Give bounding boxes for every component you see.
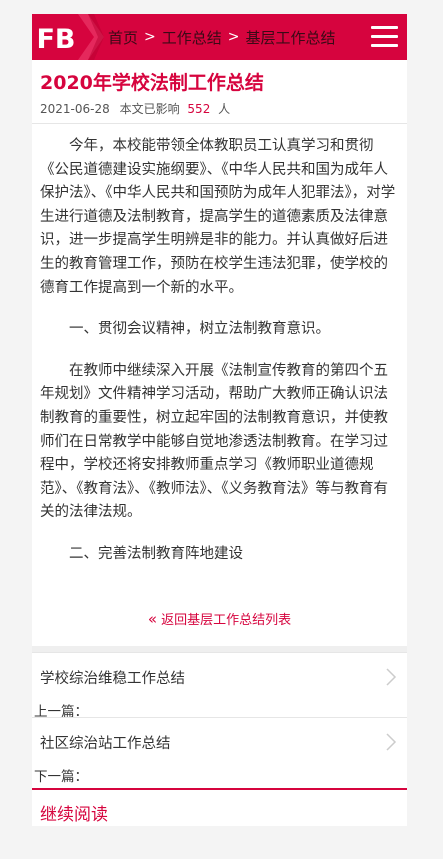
page: FB 首页 > 工作总结 > 基层工作总结 2020年学校法制工作总结 2021… — [32, 14, 407, 826]
menu-icon[interactable] — [371, 26, 398, 48]
article-paragraph: 二、完善法制教育阵地建设 — [69, 545, 243, 562]
breadcrumb-subcategory[interactable]: 基层工作总结 — [246, 27, 336, 48]
article-body: 今年，本校能带领全体教职员工认真学习和贯彻《公民道德建设实施纲要》、《中华人民共… — [40, 135, 400, 585]
breadcrumb-separator: > — [144, 29, 156, 45]
article-title: 2020年学校法制工作总结 — [40, 72, 264, 94]
breadcrumb-category[interactable]: 工作总结 — [162, 27, 222, 48]
svg-text:FB: FB — [36, 24, 75, 55]
article-meta: 2021-06-28 本文已影响 552 人 — [40, 100, 230, 117]
breadcrumb-home[interactable]: 首页 — [108, 27, 138, 48]
views-count: 552 — [187, 102, 211, 116]
breadcrumb: 首页 > 工作总结 > 基层工作总结 — [108, 14, 336, 60]
views-unit: 人 — [218, 102, 231, 116]
back-link-label: 返回基层工作总结列表 — [161, 613, 292, 628]
header-chevron-decoration — [78, 14, 104, 60]
double-chevron-left-icon: « — [147, 610, 158, 628]
next-article-label: 下一篇： — [34, 769, 88, 785]
article-paragraph: 在教师中继续深入开展《法制宣传教育的第四个五年规划》文件精神学习活动，帮助广大教… — [40, 362, 388, 521]
next-article-title: 社区综治站工作总结 — [40, 736, 171, 752]
next-article-link[interactable]: 社区综治站工作总结 — [32, 717, 407, 767]
chevron-right-icon — [386, 733, 397, 751]
views-label: 本文已影响 — [119, 102, 180, 116]
continue-reading-heading: 继续阅读 — [40, 805, 108, 825]
breadcrumb-separator: > — [227, 29, 240, 45]
article-paragraph: 一、贯彻会议精神，树立法制教育意识。 — [69, 321, 330, 338]
prev-article-title: 学校综治维稳工作总结 — [40, 671, 185, 687]
chevron-right-icon — [386, 668, 397, 686]
divider — [32, 123, 407, 124]
continue-reading-divider — [32, 788, 407, 790]
prev-article-link[interactable]: 学校综治维稳工作总结 — [32, 652, 407, 702]
back-to-list-link[interactable]: «返回基层工作总结列表 — [32, 609, 407, 628]
header-bar: FB 首页 > 工作总结 > 基层工作总结 — [32, 14, 407, 60]
article-paragraph: 今年，本校能带领全体教职员工认真学习和贯彻《公民道德建设实施纲要》、《中华人民共… — [40, 138, 396, 296]
article-date: 2021-06-28 — [40, 102, 110, 116]
site-logo-icon[interactable]: FB — [36, 17, 76, 57]
